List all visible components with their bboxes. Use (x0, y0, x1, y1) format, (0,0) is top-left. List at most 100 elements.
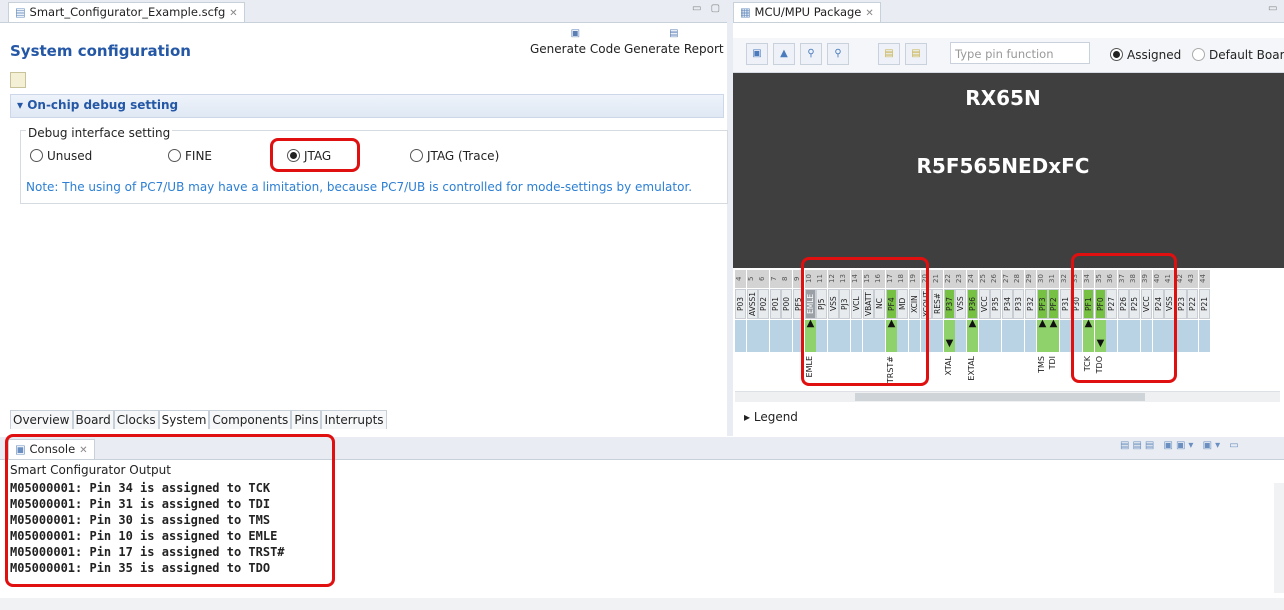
pin-name[interactable]: P37 (944, 289, 955, 319)
pin-column (1013, 320, 1024, 352)
chip-family: RX65N (965, 86, 1041, 110)
pin-name[interactable]: PF2 (1048, 289, 1059, 319)
pin-name[interactable]: P34 (1002, 289, 1013, 319)
pin-name[interactable]: P22 (1187, 289, 1198, 319)
pin-column (1199, 320, 1210, 352)
section-title: ▾ On-chip debug setting (17, 98, 179, 112)
tab-interrupts[interactable]: Interrupts (321, 410, 387, 429)
pin-name[interactable]: P01 (770, 289, 781, 319)
arrow-down-icon: ▼ (945, 338, 954, 349)
pin-number: 6 (758, 270, 769, 288)
radio-assigned-label: Assigned (1127, 48, 1182, 62)
document-icon[interactable] (10, 72, 26, 88)
pin-horizontal-scrollbar[interactable] (735, 391, 1280, 402)
pin-column (1060, 320, 1071, 352)
pin-number: 30 (1037, 270, 1048, 288)
zoom-out-icon[interactable]: ⚲ (827, 43, 849, 65)
pin-number: 26 (990, 270, 1001, 288)
board-view-icon[interactable]: ▣ (746, 43, 768, 65)
pin-name[interactable]: P03 (735, 289, 746, 319)
tab-mcu-package[interactable]: ▦ MCU/MPU Package ✕ (733, 2, 881, 22)
pin-column (1002, 320, 1013, 352)
pin-name[interactable]: P21 (1199, 289, 1210, 319)
window-controls[interactable]: ▭ ▢ (692, 3, 723, 14)
pin-number: 5 (747, 270, 758, 288)
radio-circle-icon (30, 149, 43, 162)
section-header[interactable]: ▾ On-chip debug setting (10, 94, 724, 118)
radio-assigned[interactable]: Assigned (1110, 48, 1181, 62)
console-vertical-scrollbar[interactable] (1274, 483, 1284, 593)
pin-function-label: TDI (1048, 356, 1057, 370)
pin-column (747, 320, 758, 352)
radio-jtag-trace[interactable]: JTAG (Trace) (410, 149, 499, 163)
pin-number: 22 (944, 270, 955, 288)
zoom-in-icon[interactable]: ⚲ (800, 43, 822, 65)
pin-function-search-input[interactable]: Type pin function (950, 42, 1090, 64)
pin-name[interactable]: P33 (1013, 289, 1024, 319)
pin-number: 44 (1199, 270, 1210, 288)
pin-number: 4 (735, 270, 746, 288)
radio-fine[interactable]: FINE (168, 149, 212, 163)
generate-code-button[interactable]: ▣ Generate Code (530, 26, 621, 56)
pin-number: 43 (1187, 270, 1198, 288)
radio-default-board[interactable]: Default Boar (1192, 48, 1284, 62)
pin-number: 21 (932, 270, 943, 288)
chip-part-number: R5F565NEDxFC (916, 154, 1090, 178)
window-controls[interactable]: ▭ (1268, 3, 1280, 14)
package-tabbar: ▦ MCU/MPU Package ✕ ▭ (733, 0, 1284, 23)
tab-overview[interactable]: Overview (10, 410, 73, 429)
generate-report-label: Generate Report (624, 42, 724, 56)
fit-icon[interactable]: ▤ (878, 43, 900, 65)
tab-pins[interactable]: Pins (291, 410, 322, 429)
pin-column (955, 320, 966, 352)
pin-column (770, 320, 781, 352)
generate-report-button[interactable]: ▤ Generate Report (624, 26, 724, 56)
pin-number: 32 (1060, 270, 1071, 288)
pin-column (932, 320, 943, 352)
pin-name[interactable]: P02 (758, 289, 769, 319)
tab-board[interactable]: Board (72, 410, 114, 429)
pin-name[interactable]: P36 (967, 289, 978, 319)
pin-view-icon[interactable]: ▲ (773, 43, 795, 65)
pin-number: 31 (1048, 270, 1059, 288)
highlight-box-jtag (270, 138, 360, 172)
group-label: Debug interface setting (26, 126, 173, 140)
highlight-box-pins-left (801, 257, 929, 386)
console-toolbar-icons[interactable]: ▤▤▤ ▣▣▾ ▣▾ ▭ (1120, 440, 1242, 451)
pin-name[interactable]: P31 (1060, 289, 1071, 319)
close-icon[interactable]: ✕ (229, 8, 237, 19)
tab-scfg-editor[interactable]: ▤ Smart_Configurator_Example.scfg ✕ (8, 2, 245, 22)
radio-unused[interactable]: Unused (30, 149, 92, 163)
pin-number: 29 (1025, 270, 1036, 288)
pin-name[interactable]: VCC (979, 289, 990, 319)
pin-function-label: TMS (1037, 356, 1046, 373)
tab-clocks[interactable]: Clocks (113, 410, 159, 429)
pin-name[interactable]: P23 (1176, 289, 1187, 319)
pin-number: 23 (955, 270, 966, 288)
pin-name[interactable]: VSS (955, 289, 966, 319)
scrollbar-thumb[interactable] (855, 393, 1145, 401)
tab-components[interactable]: Components (209, 410, 292, 429)
radio-circle-icon (1192, 48, 1205, 61)
highlight-box-pins-right (1071, 253, 1177, 383)
pin-number: 27 (1002, 270, 1013, 288)
radio-circle-icon (168, 149, 181, 162)
pin-name[interactable]: PF3 (1037, 289, 1048, 319)
radio-jtag-trace-label: JTAG (Trace) (427, 149, 500, 163)
console-horizontal-scrollbar[interactable] (0, 598, 1284, 610)
close-icon[interactable]: ✕ (865, 8, 873, 19)
editor-bottom-tabs: Overview Board Clocks System Components Pins I… (10, 410, 387, 432)
tab-system[interactable]: System (158, 410, 210, 429)
pin-name[interactable]: RES# (932, 289, 943, 319)
export-icon[interactable]: ▤ (905, 43, 927, 65)
pin-number: 28 (1013, 270, 1024, 288)
pin-name[interactable]: P00 (781, 289, 792, 319)
pin-number: 42 (1176, 270, 1187, 288)
pin-name[interactable]: P35 (990, 289, 1001, 319)
editor-tabbar: ▤ Smart_Configurator_Example.scfg ✕ ▭ ▢ (0, 0, 727, 23)
legend-toggle[interactable]: ▸ Legend (744, 410, 798, 424)
pin-name[interactable]: P32 (1025, 289, 1036, 319)
radio-default-label: Default Boar (1209, 48, 1284, 62)
pin-column (758, 320, 769, 352)
pin-name[interactable]: AVSS1 (747, 289, 758, 319)
